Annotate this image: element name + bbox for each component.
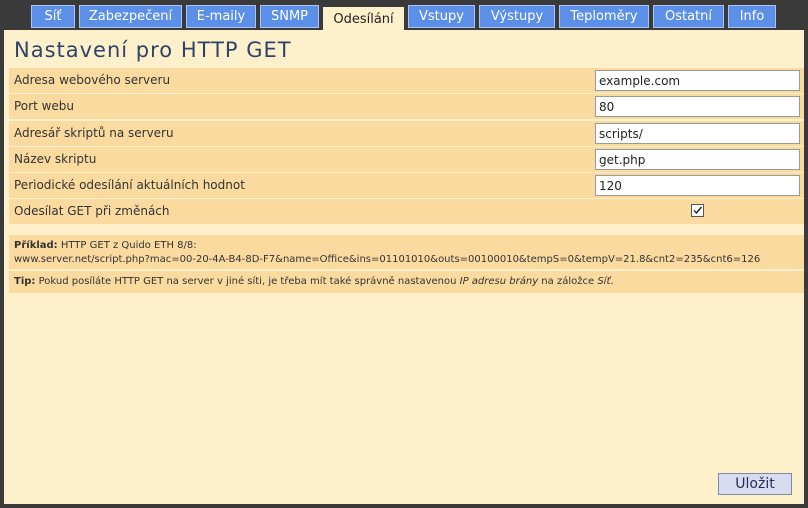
tip-text-end: . xyxy=(610,276,614,287)
tab-sit[interactable]: Síť xyxy=(31,5,75,28)
tab-e-maily[interactable]: E-maily xyxy=(186,5,256,28)
example-line: Příklad: HTTP GET z Quido ETH 8/8: xyxy=(14,239,799,253)
tab-teplomery[interactable]: Teploměry xyxy=(559,5,649,28)
tab-zabezpeceni[interactable]: Zabezpečení xyxy=(79,5,182,28)
script-name-label: Název skriptu xyxy=(14,152,97,166)
form-row-scripts-dir: Adresář skriptů na serveru xyxy=(9,121,804,146)
tab-vystupy[interactable]: Výstupy xyxy=(479,5,555,28)
web-port-input[interactable] xyxy=(595,96,800,117)
tip-text-before: Pokud posíláte HTTP GET na server v jiné… xyxy=(38,276,457,287)
form-row-periodic-send: Periodické odesílání aktuálních hodnot xyxy=(9,173,804,198)
example-url: www.server.net/script.php?mac=00-20-4A-B… xyxy=(14,254,761,265)
tip-tab-ref: Síť xyxy=(597,276,611,287)
periodic-send-input[interactable] xyxy=(595,175,800,196)
example-note: Příklad: HTTP GET z Quido ETH 8/8: www.s… xyxy=(9,235,804,269)
script-name-input[interactable] xyxy=(595,149,800,170)
web-port-label: Port webu xyxy=(14,99,75,113)
form-row-web-port: Port webu xyxy=(9,94,804,119)
periodic-send-label: Periodické odesílání aktuálních hodnot xyxy=(14,178,245,192)
send-on-change-checkbox[interactable] xyxy=(691,204,704,217)
send-on-change-label: Odesílat GET při změnách xyxy=(14,204,170,218)
scripts-dir-input[interactable] xyxy=(595,123,800,144)
scripts-dir-label: Adresář skriptů na serveru xyxy=(14,126,174,140)
settings-panel: Nastavení pro HTTP GET Adresa webového s… xyxy=(4,30,804,504)
tab-bar: Síť Zabezpečení E-maily SNMP Odesílání V… xyxy=(0,0,808,32)
tab-vstupy[interactable]: Vstupy xyxy=(408,5,475,28)
example-heading: Příklad: xyxy=(14,240,58,251)
tab-info[interactable]: Info xyxy=(728,5,776,28)
server-address-input[interactable] xyxy=(595,70,800,91)
tab-odesilani[interactable]: Odesílání xyxy=(323,7,404,32)
example-text: HTTP GET z Quido ETH 8/8: xyxy=(60,240,197,251)
server-address-label: Adresa webového serveru xyxy=(14,73,171,87)
tab-snmp[interactable]: SNMP xyxy=(260,5,319,28)
tip-note: Tip: Pokud posíláte HTTP GET na server v… xyxy=(9,271,804,293)
checkmark-icon xyxy=(693,206,703,215)
tip-text-middle: na záložce xyxy=(541,276,595,287)
tab-ostatni[interactable]: Ostatní xyxy=(653,5,724,28)
form-row-send-on-change: Odesílat GET při změnách xyxy=(9,199,804,224)
form-row-script-name: Název skriptu xyxy=(9,147,804,172)
page-title: Nastavení pro HTTP GET xyxy=(14,38,292,62)
tip-emphasis: IP adresu brány xyxy=(459,276,539,287)
form-row-server-address: Adresa webového serveru xyxy=(9,68,804,93)
save-button[interactable]: Uložit xyxy=(718,473,792,495)
tip-heading: Tip: xyxy=(14,276,36,287)
